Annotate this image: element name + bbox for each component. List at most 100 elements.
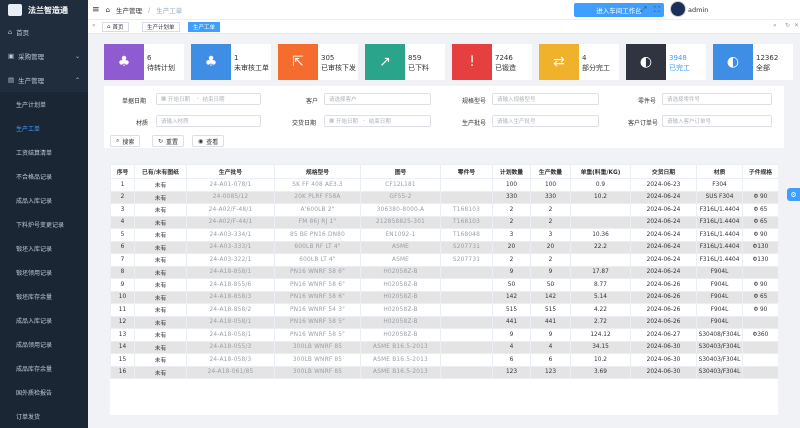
table-row[interactable]: 4 未有 24-A02/F-44/1 FM 86J RJ 1" 212858825-30… (110, 215, 778, 229)
table-cell: 24-A02/F-44/1 (186, 215, 275, 229)
workshop-button[interactable]: 进入车间工作台 (574, 3, 664, 17)
sidebar-sub-plan[interactable]: 生产计划单 (0, 92, 88, 116)
table-cell: PN16 WNRF 54 3" (274, 303, 361, 317)
refresh-icon[interactable]: ↻ (785, 22, 790, 29)
avatar[interactable] (670, 1, 686, 17)
table-row[interactable]: 16 未有 24-A18-061/85 300LB WNRF 85 ASME B16.5… (110, 365, 778, 379)
table-cell: SK FF 408 AE3.3 (274, 178, 361, 192)
settings-icon[interactable]: ⚙ (787, 188, 800, 201)
table-cell: 24-A02/F-48/1 (186, 203, 275, 217)
status-card[interactable]: ♣ 1 未审核工单 (191, 44, 271, 80)
column-header[interactable]: 生产批号 (186, 164, 275, 179)
table-cell: 2024-06-26 (630, 290, 697, 304)
chevron-right-icon[interactable]: » (773, 22, 777, 29)
column-header[interactable]: 图号 (360, 164, 441, 179)
table-cell: 8 (110, 265, 135, 279)
customer-select[interactable]: 请选择客户 (324, 93, 431, 105)
table-row[interactable]: 13 未有 24-A18-058/1 PN16 WNRF 58 5" H02058Z-B… (110, 328, 778, 342)
table-cell: 2 (110, 190, 135, 204)
table-cell: 未有 (134, 215, 187, 229)
sidebar-sub-product-stock[interactable]: 成品库存余量 (0, 356, 88, 380)
user-name[interactable]: admin (688, 6, 708, 14)
chevron-up-icon: ⌃ (74, 76, 80, 84)
column-header[interactable]: 子件规格 (742, 164, 778, 179)
status-card[interactable]: ⇱ 305 已审核下发 (278, 44, 358, 80)
table-cell: 24-A18-055/3 (186, 340, 275, 354)
table-row[interactable]: 8 未有 24-A18-858/1 PN16 WNRF 58 6" H02058Z-B 9… (110, 265, 778, 279)
table-row[interactable]: 6 未有 24-A03-333/1 600LB RF LT 4" ASME S207731… (110, 240, 778, 254)
column-header[interactable]: 单重(料重/KG) (570, 164, 631, 179)
chevron-left-icon[interactable]: « (92, 22, 96, 29)
fullscreen-icon[interactable]: ⛶ (654, 5, 660, 15)
sidebar-sub-billet-in[interactable]: 锻坯入库记录 (0, 236, 88, 260)
sidebar-sub-workorder[interactable]: 生产工单 (0, 116, 88, 140)
sidebar-sub-billet-use[interactable]: 锻坯领用记录 (0, 260, 88, 284)
table-cell: S30408/F304L (696, 328, 743, 342)
table-cell: 10.2 (570, 190, 631, 204)
batch-input[interactable]: 请输入生产批号 (492, 115, 599, 127)
status-card[interactable]: ↗ 859 已下料 (365, 44, 445, 80)
table-row[interactable]: 15 未有 24-A18-058/3 300LB WNRF 85 ASME B16.5-… (110, 353, 778, 367)
column-header[interactable]: 规格型号 (274, 164, 361, 179)
table-row[interactable]: 12 未有 24-A18-058/1 PN16 WNRF 58 5" H02058Z-B… (110, 315, 778, 329)
column-header[interactable]: 已有/未有图纸 (134, 164, 187, 179)
sidebar-sub-product-use[interactable]: 成品领用记录 (0, 332, 88, 356)
table-cell: 24-A18-858/3 (186, 290, 275, 304)
table-row[interactable]: 11 未有 24-A18-858/2 PN16 WNRF 54 3" H02058Z-B… (110, 303, 778, 317)
tag-plan[interactable]: 生产计划单 (142, 22, 180, 32)
column-header[interactable]: 交货日期 (630, 164, 697, 179)
table-row[interactable]: 1 未有 24-A01-078/1 SK FF 408 AE3.3 CF12L181 10… (110, 178, 778, 192)
status-card[interactable]: ⇄ 4 部分完工 (539, 44, 619, 80)
delivery-date-range[interactable]: ▦ 开始日期 - 结束日期 (324, 115, 431, 127)
sidebar-sub-billet-stock[interactable]: 锻坯库存余量 (0, 284, 88, 308)
table-cell: H02058Z-B (360, 315, 441, 329)
table-cell: F904L (696, 315, 743, 329)
sidebar-sub-shipping[interactable]: 订单发货 (0, 404, 88, 428)
column-header[interactable]: 计划数量 (492, 164, 531, 179)
sidebar-item-home[interactable]: ⌂ 首页 (0, 20, 88, 44)
column-header[interactable]: 材质 (696, 164, 743, 179)
table-row[interactable]: 10 未有 24-A18-858/3 PN16 WNRF 58 6" H02058Z-B… (110, 290, 778, 304)
menu-icon[interactable]: ≡ (92, 5, 100, 15)
breadcrumb-module[interactable]: 生产管理 (116, 5, 142, 15)
sidebar-item-purchase[interactable]: ▣ 采购管理 ⌄ (0, 44, 88, 68)
status-card[interactable]: ◐ 3948 已完工 (626, 44, 706, 80)
part-select[interactable]: 请选择零件号 (662, 93, 772, 105)
status-card[interactable]: ◐ 12362 全部 (713, 44, 793, 80)
sidebar-sub-stockin[interactable]: 成品入库记录 (0, 188, 88, 212)
table-row[interactable]: 9 未有 24-A18-855/6 PN16 WNRF 58 6" H02058Z-B 5… (110, 278, 778, 292)
material-input[interactable]: 请输入材质 (156, 115, 261, 127)
column-header[interactable]: 生产数量 (530, 164, 571, 179)
view-button[interactable]: ◉ 查看 (192, 135, 225, 147)
cust-order-input[interactable]: 请输入客户订单号 (662, 115, 772, 127)
alert-icon: ! (452, 44, 492, 80)
tag-workorder[interactable]: 生产工单 (188, 22, 221, 32)
column-header[interactable]: 零件号 (440, 164, 493, 179)
card-count: 6 (147, 54, 152, 62)
expand-icon[interactable]: ⤢ (640, 5, 646, 15)
close-icon[interactable]: ✕ (794, 22, 799, 29)
sidebar-sub-defect[interactable]: 不合格品记录 (0, 164, 88, 188)
table-row[interactable]: 7 未有 24-A03-322/1 600LB LT 4" ASME S207731 2 2 2… (110, 253, 778, 267)
reset-button[interactable]: ↻ 重置 (152, 135, 185, 147)
status-card[interactable]: ! 7246 已锻造 (452, 44, 532, 80)
order-date-range[interactable]: ▦ 开始日期 - 结束日期 (156, 93, 261, 105)
sidebar-sub-heatchange[interactable]: 下料炉号变更记录 (0, 212, 88, 236)
spec-input[interactable]: 请输入规格型号 (492, 93, 599, 105)
table-row[interactable]: 14 未有 24-A18-055/3 300LB WNRF 85 ASME B16.5-… (110, 340, 778, 354)
search-button[interactable]: ⌕ 搜索 (110, 135, 141, 147)
table-row[interactable]: 5 未有 24-A03-334/1 85 BE PN16 DN80 EN1092-1 T1… (110, 228, 778, 242)
table-row[interactable]: 3 未有 24-A02/F-48/1 A'600LB 2" 306380-8000-A T… (110, 203, 778, 217)
sidebar-sub-wage[interactable]: 工资结算清单 (0, 140, 88, 164)
sidebar-sub-product-in[interactable]: 成品入库记录 (0, 308, 88, 332)
tag-home[interactable]: ⌂ 首页 (102, 22, 129, 32)
material-label: 材质 (136, 120, 149, 127)
table-row[interactable]: 2 未有 24-0085/12 20K PLRF F58A GF55-2 330 330 10… (110, 190, 778, 204)
sidebar-item-production[interactable]: ▤ 生产管理 ⌃ (0, 68, 88, 92)
table-cell: 3 (110, 203, 135, 217)
table-cell: 未有 (134, 203, 187, 217)
sidebar-sub-qc-report[interactable]: 国外质检报告 (0, 380, 88, 404)
table-cell: CF12L181 (360, 178, 441, 192)
status-card[interactable]: ♣ 6 待转计划 (104, 44, 184, 80)
column-header[interactable]: 序号 (110, 164, 135, 179)
